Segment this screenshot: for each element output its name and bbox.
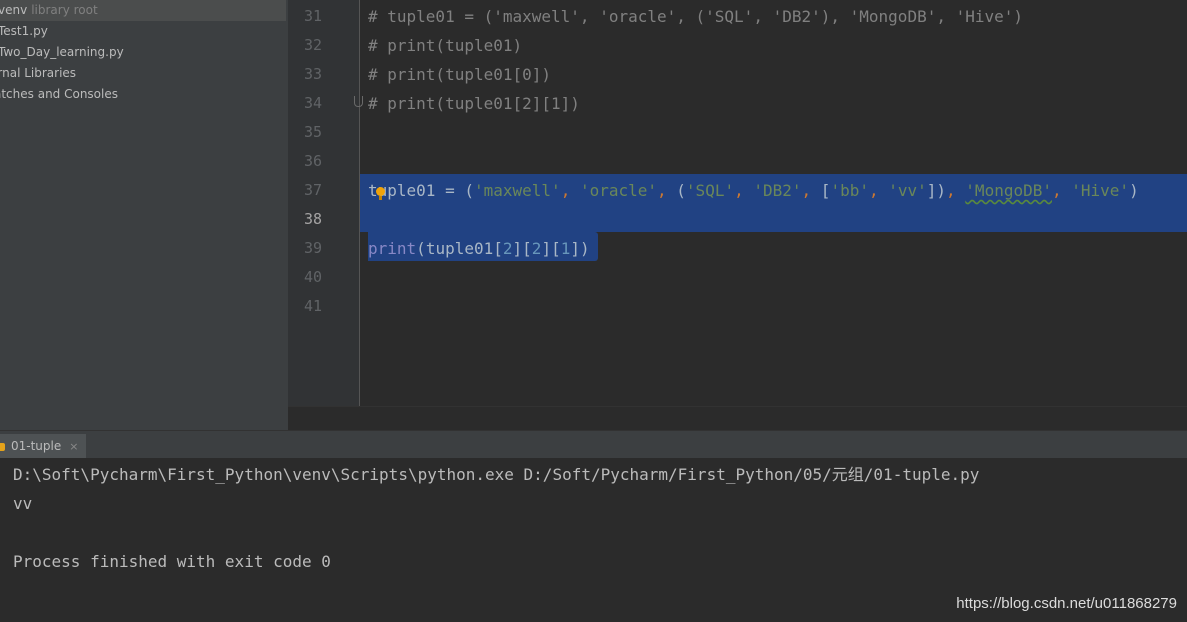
code-string: 'bb' xyxy=(830,181,869,200)
code-number: 2 xyxy=(502,239,513,258)
line-number-gutter[interactable]: 31 32 33 34 35 36 37 38 39 40 41 xyxy=(288,0,363,406)
intention-bulb-icon[interactable] xyxy=(376,187,385,196)
code-editor[interactable]: 31 32 33 34 35 36 37 38 39 40 41 # tuple… xyxy=(288,0,1187,406)
code-line-33: # print(tuple01[0]) xyxy=(368,65,552,84)
line-number: 36 xyxy=(303,152,322,170)
close-icon[interactable]: × xyxy=(69,435,78,459)
code-line-37: tuple01 = ('maxwell', 'oracle', ('SQL', … xyxy=(368,181,1139,200)
tree-item-scratches[interactable]: atches and Consoles xyxy=(0,84,118,105)
intention-bulb-stem xyxy=(379,196,382,200)
tree-item-label: venv xyxy=(0,3,28,17)
editor-horizontal-scroll-area[interactable] xyxy=(288,406,1187,431)
run-tab-label: 01-tuple xyxy=(11,439,62,453)
tree-item-label: Test1.py xyxy=(0,24,48,38)
tree-item-test1[interactable]: Test1.py xyxy=(0,21,48,42)
code-line-31: # tuple01 = ('maxwell', 'oracle', ('SQL'… xyxy=(368,7,1024,26)
code-line-32: # print(tuple01) xyxy=(368,36,523,55)
line-number: 32 xyxy=(303,36,322,54)
project-tree: venv library root Test1.py Two_Day_learni… xyxy=(0,0,288,430)
line-number: 31 xyxy=(303,7,322,25)
line-number: 35 xyxy=(303,123,322,141)
code-string: 'MongoDB' xyxy=(965,181,1052,200)
code-identifier: tuple01 xyxy=(425,239,494,258)
code-area[interactable]: # tuple01 = ('maxwell', 'oracle', ('SQL'… xyxy=(360,0,1187,406)
code-string: 'Hive' xyxy=(1071,181,1130,200)
line-number: 37 xyxy=(303,181,322,199)
tree-item-label: atches and Consoles xyxy=(0,87,118,101)
python-run-icon xyxy=(0,442,5,451)
line-number: 39 xyxy=(303,239,322,257)
tree-item-label: ernal Libraries xyxy=(0,66,77,80)
line-number: 34 xyxy=(303,94,322,112)
pycharm-window: venv library root Test1.py Two_Day_learni… xyxy=(0,0,1187,622)
console-output-line: vv xyxy=(13,494,33,513)
line-number: 41 xyxy=(303,297,322,315)
line-number: 33 xyxy=(303,65,322,83)
code-string: 'oracle' xyxy=(579,181,658,200)
code-builtin: print xyxy=(368,239,417,258)
tree-item-two-day-learning[interactable]: Two_Day_learning.py xyxy=(0,42,124,63)
tree-item-venv[interactable]: venv library root xyxy=(0,0,286,21)
code-string: 'maxwell' xyxy=(473,181,561,200)
console-exit-line: Process finished with exit code 0 xyxy=(13,552,331,571)
run-tool-window-header: 01-tuple × xyxy=(0,430,1187,458)
code-number: 1 xyxy=(560,239,571,258)
console-command-line: D:\Soft\Pycharm\First_Python\venv\Script… xyxy=(13,465,980,484)
code-line-39: print(tuple01[2][2][1]) xyxy=(368,239,590,258)
code-line-34: # print(tuple01[2][1]) xyxy=(368,94,580,113)
library-root-annotation: library root xyxy=(31,3,98,17)
code-string: 'vv' xyxy=(888,181,927,200)
run-tab[interactable]: 01-tuple × xyxy=(0,434,87,459)
tree-item-label: Two_Day_learning.py xyxy=(0,45,124,59)
code-string: 'SQL' xyxy=(685,181,735,200)
code-number: 2 xyxy=(531,239,542,258)
run-console[interactable]: D:\Soft\Pycharm\First_Python\venv\Script… xyxy=(0,458,1187,622)
line-number: 40 xyxy=(303,268,322,286)
code-string: 'DB2' xyxy=(753,181,802,200)
code-operator: = xyxy=(435,181,465,200)
watermark: https://blog.csdn.net/u011868279 xyxy=(956,595,1177,612)
tree-item-external-libraries[interactable]: ernal Libraries xyxy=(0,63,76,84)
line-number-current: 38 xyxy=(303,210,322,228)
